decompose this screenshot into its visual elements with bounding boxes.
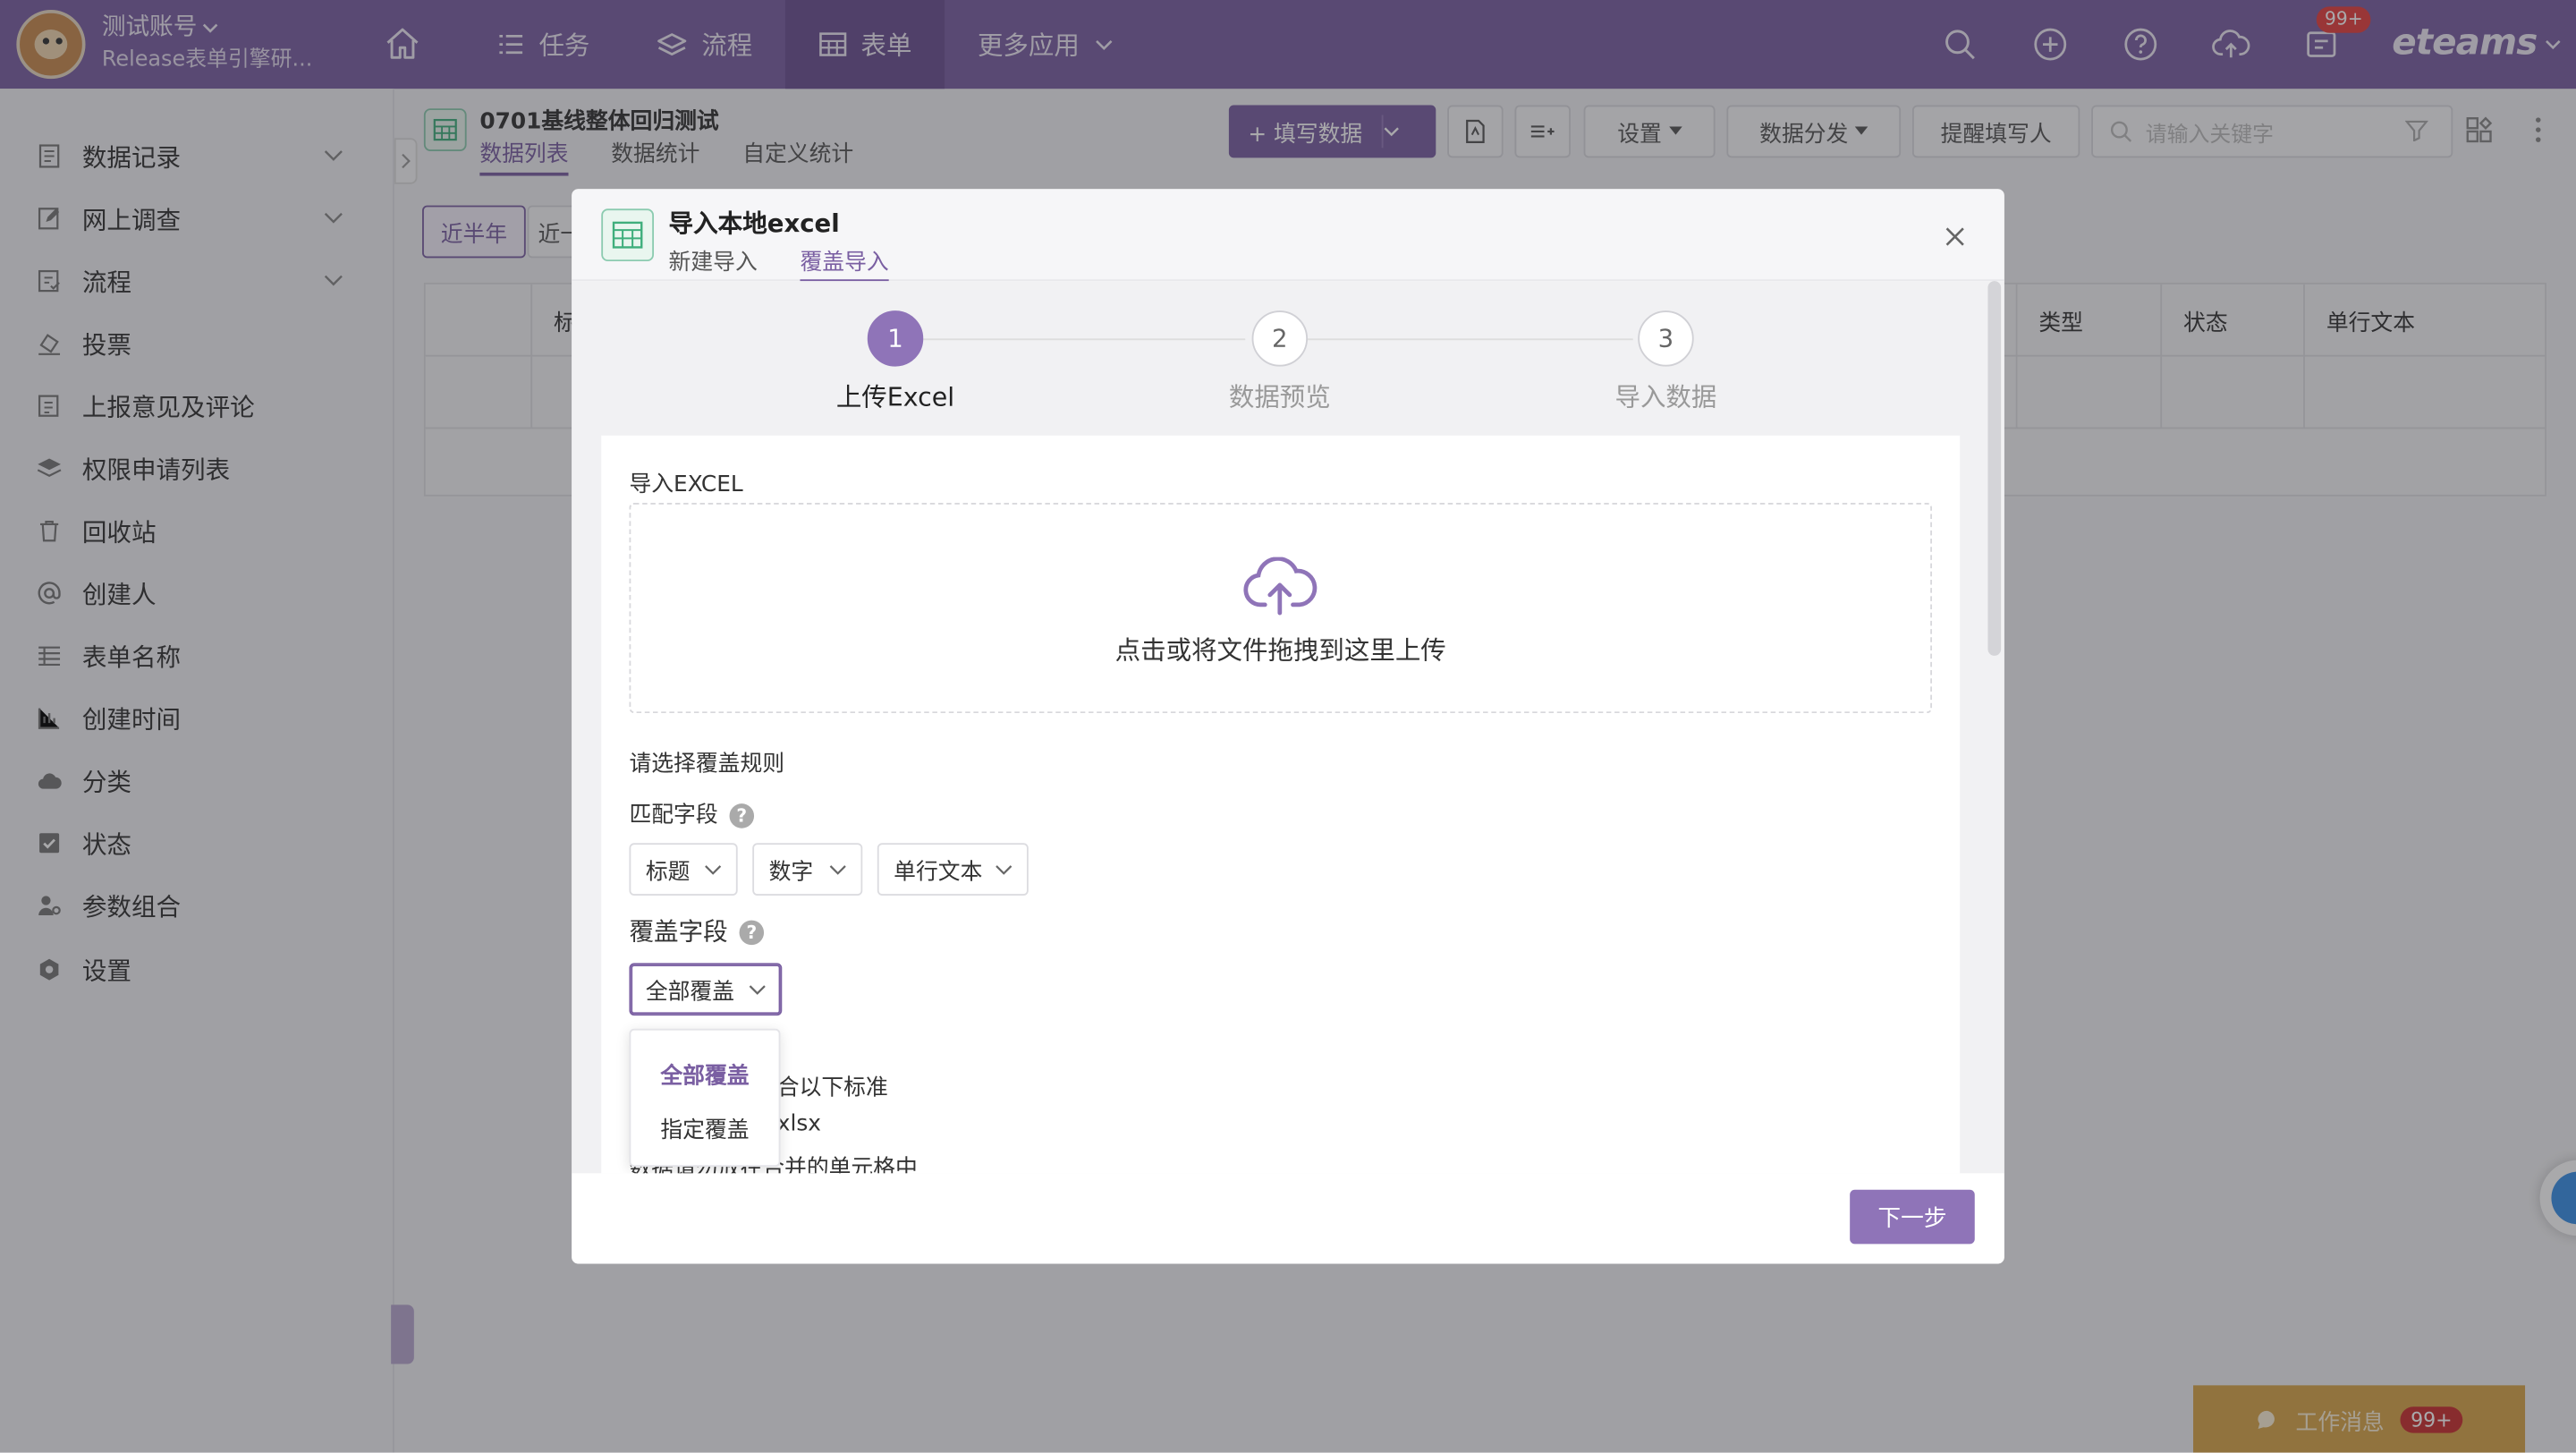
cover-field-label: 覆盖字段? xyxy=(629,913,765,948)
table-icon xyxy=(601,208,655,262)
tab-overwrite-import[interactable]: 覆盖导入 xyxy=(800,243,889,283)
modal-tabs: 新建导入 覆盖导入 xyxy=(669,243,889,283)
step-upload: 1 上传Excel xyxy=(797,310,994,414)
next-step-button[interactable]: 下一步 xyxy=(1850,1189,1975,1245)
modal-footer: 下一步 xyxy=(572,1173,2004,1264)
modal-header: 导入本地excel 新建导入 覆盖导入 xyxy=(572,189,2004,283)
upload-text: 点击或将文件拖拽到这里上传 xyxy=(1114,635,1446,666)
match-field-select[interactable]: 标题 xyxy=(629,843,738,896)
select-value: 标题 xyxy=(645,859,691,886)
import-excel-modal: 导入本地excel 新建导入 覆盖导入 1 上传Excel 2 数据预览 3 导… xyxy=(572,189,2004,1264)
step-number: 3 xyxy=(1638,310,1694,367)
cover-field-dropdown: 全部覆盖 指定覆盖 xyxy=(629,1028,781,1168)
cloud-upload-icon xyxy=(1242,557,1318,616)
rule-label: 请选择覆盖规则 xyxy=(629,751,785,777)
step-import: 3 导入数据 xyxy=(1567,310,1764,414)
select-value: 全部覆盖 xyxy=(645,979,735,1007)
chevron-down-icon xyxy=(994,860,1013,879)
match-field-select[interactable]: 数字 xyxy=(752,843,863,896)
import-label: 导入EXCEL xyxy=(629,472,743,498)
close-icon[interactable] xyxy=(1942,224,1968,250)
modal-body: 1 上传Excel 2 数据预览 3 导入数据 导入EXCEL 点击或将文件拖拽… xyxy=(572,281,2004,1174)
tab-new-import[interactable]: 新建导入 xyxy=(669,243,758,283)
step-preview: 2 数据预览 xyxy=(1182,310,1378,414)
import-form-card: 导入EXCEL 点击或将文件拖拽到这里上传 请选择覆盖规则 匹配字段? 标题 数… xyxy=(601,435,1961,1174)
chevron-down-icon xyxy=(748,980,767,999)
select-value: 单行文本 xyxy=(894,859,983,886)
upload-dropzone[interactable]: 点击或将文件拖拽到这里上传 xyxy=(629,503,1932,714)
step-label: 数据预览 xyxy=(1228,382,1331,413)
select-value: 数字 xyxy=(768,859,814,886)
chevron-down-icon xyxy=(828,860,848,879)
modal-scrollbar[interactable] xyxy=(1987,281,2002,656)
modal-title: 导入本地excel xyxy=(668,208,840,239)
help-icon[interactable]: ? xyxy=(729,803,755,828)
match-label-text: 匹配字段 xyxy=(629,802,718,828)
dropdown-option-all[interactable]: 全部覆盖 xyxy=(660,1057,749,1089)
step-number: 2 xyxy=(1251,310,1309,367)
cover-label-text: 覆盖字段 xyxy=(629,916,728,947)
cover-field-select[interactable]: 全部覆盖 xyxy=(629,963,783,1016)
dropdown-option-specified[interactable]: 指定覆盖 xyxy=(660,1111,749,1143)
step-label: 上传Excel xyxy=(835,382,955,413)
step-number: 1 xyxy=(867,310,924,367)
match-field-label: 匹配字段? xyxy=(629,795,755,828)
step-indicator: 1 上传Excel 2 数据预览 3 导入数据 xyxy=(572,281,1985,436)
step-label: 导入数据 xyxy=(1614,382,1717,413)
note-text: xlsx xyxy=(776,1110,821,1138)
chevron-down-icon xyxy=(703,860,723,879)
match-field-select[interactable]: 单行文本 xyxy=(877,843,1029,896)
note-text: 合以下标准 xyxy=(776,1075,888,1101)
help-icon[interactable]: ? xyxy=(739,920,765,946)
